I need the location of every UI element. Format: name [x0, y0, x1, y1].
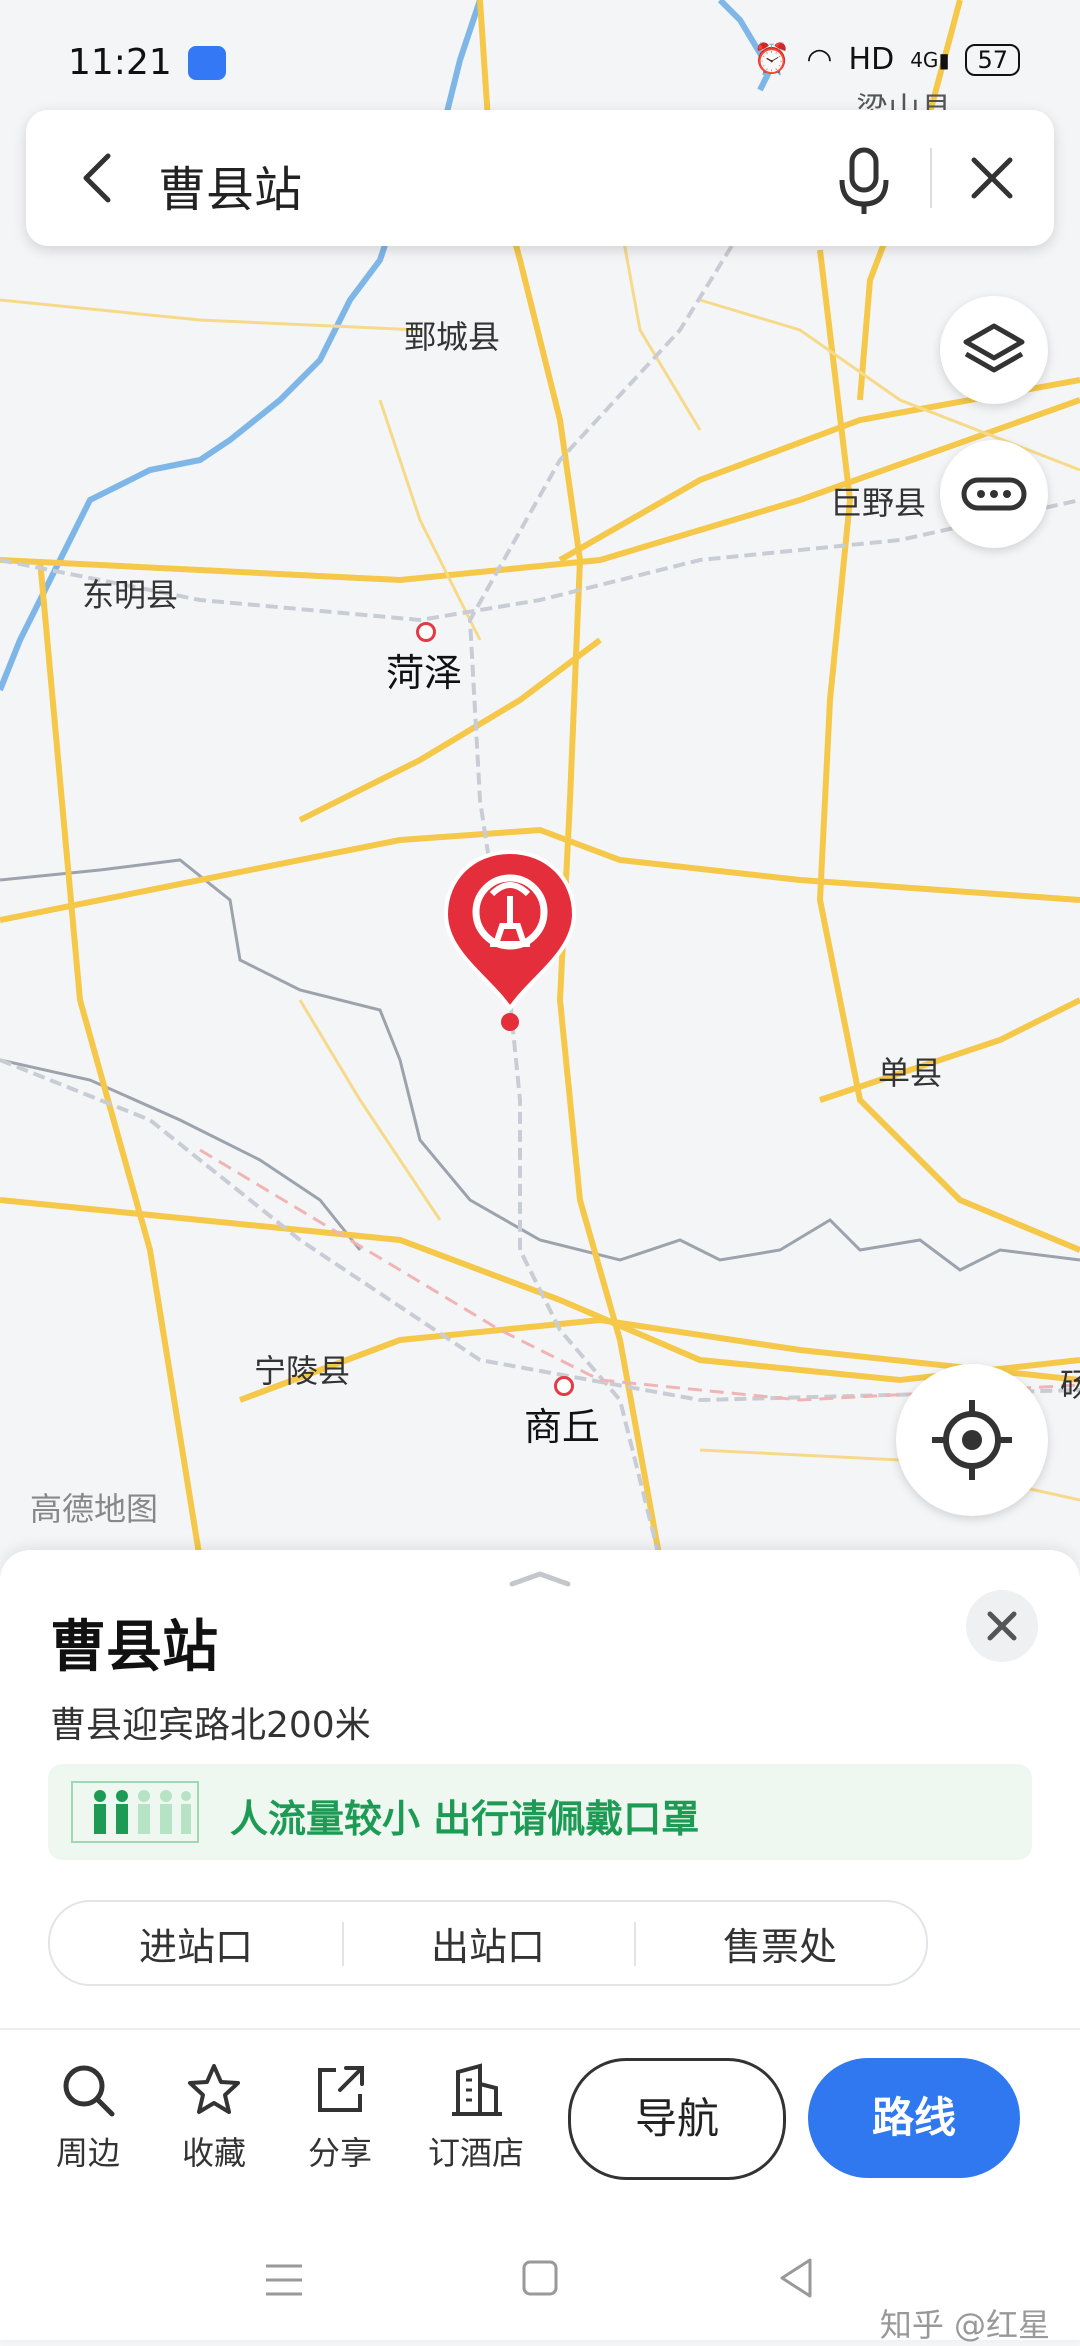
more-button[interactable] — [940, 440, 1048, 548]
locate-button[interactable] — [896, 1364, 1048, 1516]
battery-icon: 57 — [965, 43, 1020, 76]
sheet-handle-icon[interactable] — [508, 1568, 572, 1588]
status-time: 11:21 — [68, 42, 172, 83]
share-label: 分享 — [307, 2134, 372, 2172]
search-query[interactable]: 曹县站 — [158, 150, 302, 220]
back-icon[interactable] — [78, 150, 118, 206]
map-label-ningling: 宁陵县 — [254, 1352, 351, 1390]
map-watermark: 高德地图 — [30, 1490, 159, 1528]
favorite-label: 收藏 — [181, 2134, 246, 2172]
close-icon[interactable] — [964, 150, 1020, 206]
alarm-icon: ⏰ — [752, 42, 791, 77]
close-icon — [987, 1611, 1017, 1641]
entrance-out-button[interactable]: 出站口 — [342, 1916, 634, 1971]
back-nav-icon[interactable] — [776, 2256, 816, 2300]
home-icon[interactable] — [520, 2258, 560, 2298]
share-icon — [318, 2066, 364, 2112]
crowd-people-icon — [71, 1781, 199, 1843]
zhihu-watermark: 知乎 @红星 — [879, 2306, 1050, 2344]
map-label-heze: 菏泽 — [386, 651, 463, 695]
entrance-segment[interactable]: 进站口 出站口 售票处 — [48, 1900, 928, 1986]
sheet-divider — [0, 2028, 1080, 2030]
map-label-dongming: 东明县 — [82, 576, 179, 614]
network-label: HD — [848, 42, 895, 77]
hotel-label: 订酒店 — [427, 2134, 524, 2172]
share-button[interactable]: 分享 — [290, 2060, 390, 2174]
place-title: 曹县站 — [50, 1615, 218, 1680]
more-icon — [961, 477, 1027, 511]
crowd-notice: 人流量较小 出行请佩戴口罩 — [48, 1764, 1032, 1860]
layers-icon — [963, 323, 1025, 373]
search-divider — [930, 148, 932, 208]
status-icons: ⏰ ◠ HD 4G▮ 57 — [753, 42, 1020, 77]
map-label-shangqiu: 商丘 — [524, 1405, 601, 1449]
map-label-shanxian: 单县 — [878, 1054, 943, 1092]
route-button[interactable]: 路线 — [808, 2058, 1020, 2178]
station-marker-icon[interactable] — [442, 848, 578, 1032]
hotel-button[interactable]: 订酒店 — [416, 2060, 536, 2174]
navigate-button[interactable]: 导航 — [568, 2058, 786, 2180]
building-icon — [452, 2063, 502, 2116]
place-address: 曹县迎宾路北200米 — [50, 1705, 371, 1746]
entrance-in-button[interactable]: 进站口 — [50, 1916, 342, 1971]
search-icon — [63, 2065, 115, 2117]
favorite-button[interactable]: 收藏 — [164, 2060, 264, 2174]
map-label-juye: 巨野县 — [830, 484, 927, 522]
nearby-button[interactable]: 周边 — [38, 2060, 138, 2174]
wifi-icon: ◠ — [806, 42, 833, 77]
ticket-office-button[interactable]: 售票处 — [634, 1916, 926, 1971]
star-icon — [188, 2064, 240, 2114]
search-bar[interactable]: 曹县站 — [26, 110, 1054, 246]
city-dot-heze — [416, 622, 436, 642]
city-dot-shangqiu — [554, 1376, 574, 1396]
map-label-juancheng: 鄄城县 — [404, 318, 501, 356]
crowd-notice-text: 人流量较小 出行请佩戴口罩 — [230, 1797, 700, 1841]
sheet-close-button[interactable] — [966, 1590, 1038, 1662]
cell-signal-icon: 4G▮ — [910, 47, 950, 72]
locate-icon — [932, 1400, 1012, 1480]
map-label-edge: 砀 — [1060, 1366, 1080, 1404]
microphone-icon[interactable] — [834, 146, 894, 216]
nearby-label: 周边 — [55, 2134, 120, 2172]
menu-icon[interactable] — [262, 2260, 306, 2300]
layers-button[interactable] — [940, 296, 1048, 404]
app-notification-icon — [188, 46, 226, 80]
